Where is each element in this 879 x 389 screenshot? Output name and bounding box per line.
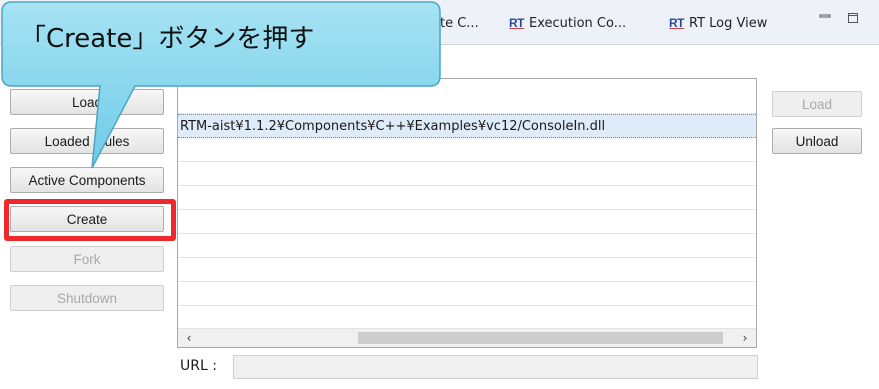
horizontal-scrollbar[interactable]: ‹ ›: [178, 328, 756, 347]
list-item[interactable]: [178, 186, 756, 210]
list-item[interactable]: [178, 234, 756, 258]
url-field[interactable]: [233, 355, 758, 379]
scrollbar-thumb[interactable]: [358, 332, 723, 344]
load-module-button[interactable]: Load: [772, 91, 862, 117]
list-item[interactable]: [178, 306, 756, 330]
fork-button[interactable]: Fork: [10, 246, 164, 272]
scroll-right-icon[interactable]: ›: [736, 329, 754, 347]
shutdown-button[interactable]: Shutdown: [10, 285, 164, 311]
minimize-icon[interactable]: [819, 12, 831, 24]
rt-icon: RT: [509, 16, 525, 30]
tab-label: RT Log View: [689, 15, 768, 31]
button-label: Fork: [73, 251, 101, 267]
button-label: Unload: [795, 133, 839, 149]
list-item[interactable]: [178, 210, 756, 234]
unload-button[interactable]: Unload: [772, 128, 862, 154]
callout-text: 「Create」ボタンを押す: [20, 24, 315, 54]
url-label: URL :: [180, 358, 217, 374]
create-highlight-frame: [4, 199, 176, 241]
tab-execution-context[interactable]: RT Execution Co...: [508, 14, 626, 32]
button-label: Load: [801, 96, 833, 112]
maximize-icon[interactable]: [847, 12, 859, 24]
list-item[interactable]: [178, 282, 756, 306]
scroll-left-icon[interactable]: ‹: [180, 329, 198, 347]
tab-rt-log-view[interactable]: RT RT Log View: [668, 14, 767, 32]
rt-icon: RT: [669, 16, 685, 30]
tab-label: Execution Co...: [529, 15, 627, 31]
list-item[interactable]: [178, 258, 756, 282]
button-label: Shutdown: [56, 290, 118, 306]
